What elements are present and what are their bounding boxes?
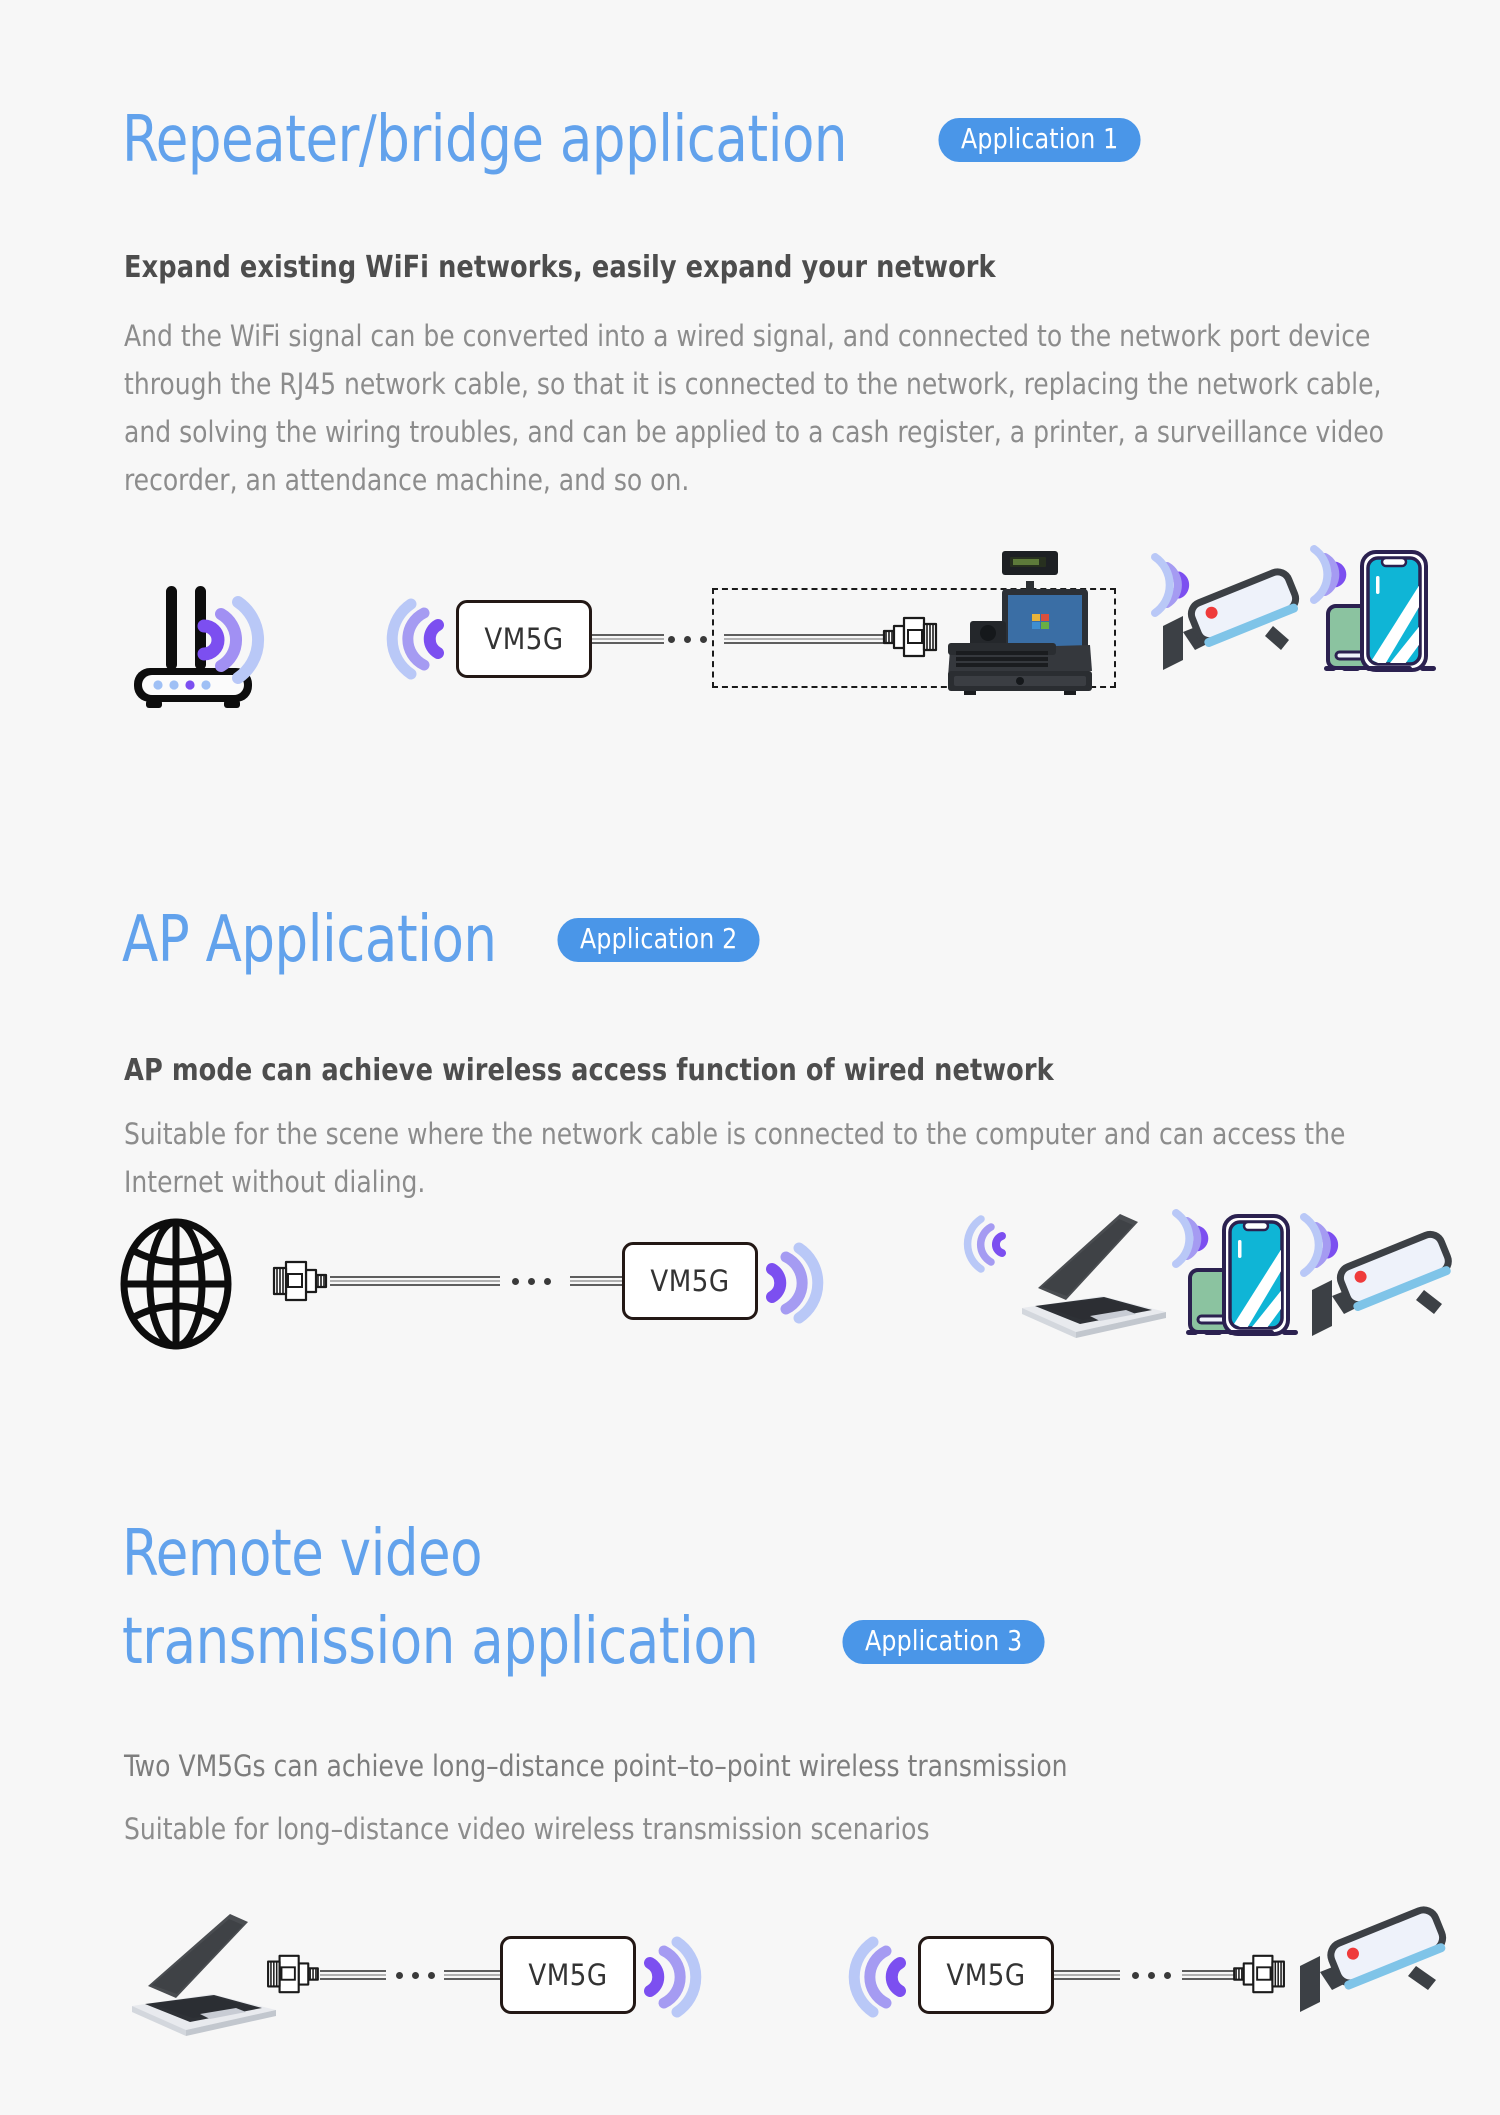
section-2-heading-row: AP Application Application 2 xyxy=(122,908,766,972)
wifi-waves-icon xyxy=(644,1936,702,2018)
rj45-connector-icon xyxy=(880,614,942,660)
application-scenarios-page: Repeater/bridge application Application … xyxy=(0,0,1500,2115)
ethernet-cable-right xyxy=(570,1274,626,1288)
ethernet-cable-3 xyxy=(1182,1968,1234,1982)
cable-ellipsis xyxy=(512,1278,551,1285)
vm5g-device-box: VM5G xyxy=(622,1242,758,1320)
ethernet-cable-long xyxy=(724,632,884,646)
wifi-router-icon xyxy=(128,582,278,708)
vm5g-device-box-left: VM5G xyxy=(500,1936,636,2014)
section-3-diagram: VM5G VM5G xyxy=(0,1900,1500,2080)
ethernet-cable xyxy=(592,632,664,646)
section-1-body: And the WiFi signal can be converted int… xyxy=(124,319,1384,497)
laptop-icon xyxy=(963,1200,1170,1350)
smartphone-icon xyxy=(1172,1190,1300,1348)
rj45-connector-icon-2 xyxy=(1230,1952,1290,1996)
section-2-subtitle: AP mode can achieve wireless access func… xyxy=(124,1053,1054,1088)
section-2-diagram: VM5G xyxy=(0,1190,1500,1380)
globe-internet-icon xyxy=(118,1218,234,1350)
vm5g-device-box: VM5G xyxy=(456,600,592,678)
wifi-waves-icon xyxy=(386,598,444,680)
section-1-subtitle: Expand existing WiFi networks, easily ex… xyxy=(124,250,996,285)
section-1-badge: Application 1 xyxy=(938,118,1142,162)
security-camera-icon xyxy=(1151,530,1300,680)
security-camera-icon xyxy=(1290,1890,1450,2040)
rj45-connector-icon xyxy=(268,1258,330,1304)
section-3-title-line-2: transmission application xyxy=(122,1605,759,1679)
ethernet-cable xyxy=(320,1968,386,1982)
laptop-icon xyxy=(110,1910,280,2050)
security-camera-icon xyxy=(1300,1190,1452,1348)
cable-ellipsis xyxy=(396,1972,435,1979)
section-1-heading-row: Repeater/bridge application Application … xyxy=(122,108,1147,172)
wifi-waves-icon xyxy=(766,1242,824,1324)
cash-register-icon xyxy=(940,545,1100,695)
section-3-subtitle: Two VM5Gs can achieve long–distance poin… xyxy=(124,1749,1068,1783)
ethernet-cable-2 xyxy=(1054,1968,1120,1982)
section-1-diagram: VM5G xyxy=(0,520,1500,720)
section-1-title: Repeater/bridge application xyxy=(122,103,848,177)
section-3-title-line-1: Remote video xyxy=(122,1517,483,1591)
section-2-title: AP Application xyxy=(122,903,497,977)
section-3-heading-line-1: Remote video xyxy=(122,1522,513,1586)
vm5g-device-box-right: VM5G xyxy=(918,1936,1054,2014)
cable-ellipsis-2 xyxy=(1132,1972,1171,1979)
smartphone-icon xyxy=(1310,526,1438,684)
ethernet-cable xyxy=(330,1274,500,1288)
section-2-badge: Application 2 xyxy=(557,918,761,962)
ethernet-cable-right xyxy=(444,1968,504,1982)
rj45-connector-icon xyxy=(262,1952,322,1996)
cable-ellipsis xyxy=(668,636,707,643)
section-3-body: Suitable for long–distance video wireles… xyxy=(124,1812,930,1846)
wifi-waves-icon-left-facing xyxy=(848,1936,906,2018)
section-3-heading-line-2: transmission application Application 3 xyxy=(122,1610,1051,1674)
section-3-badge: Application 3 xyxy=(842,1620,1045,1664)
